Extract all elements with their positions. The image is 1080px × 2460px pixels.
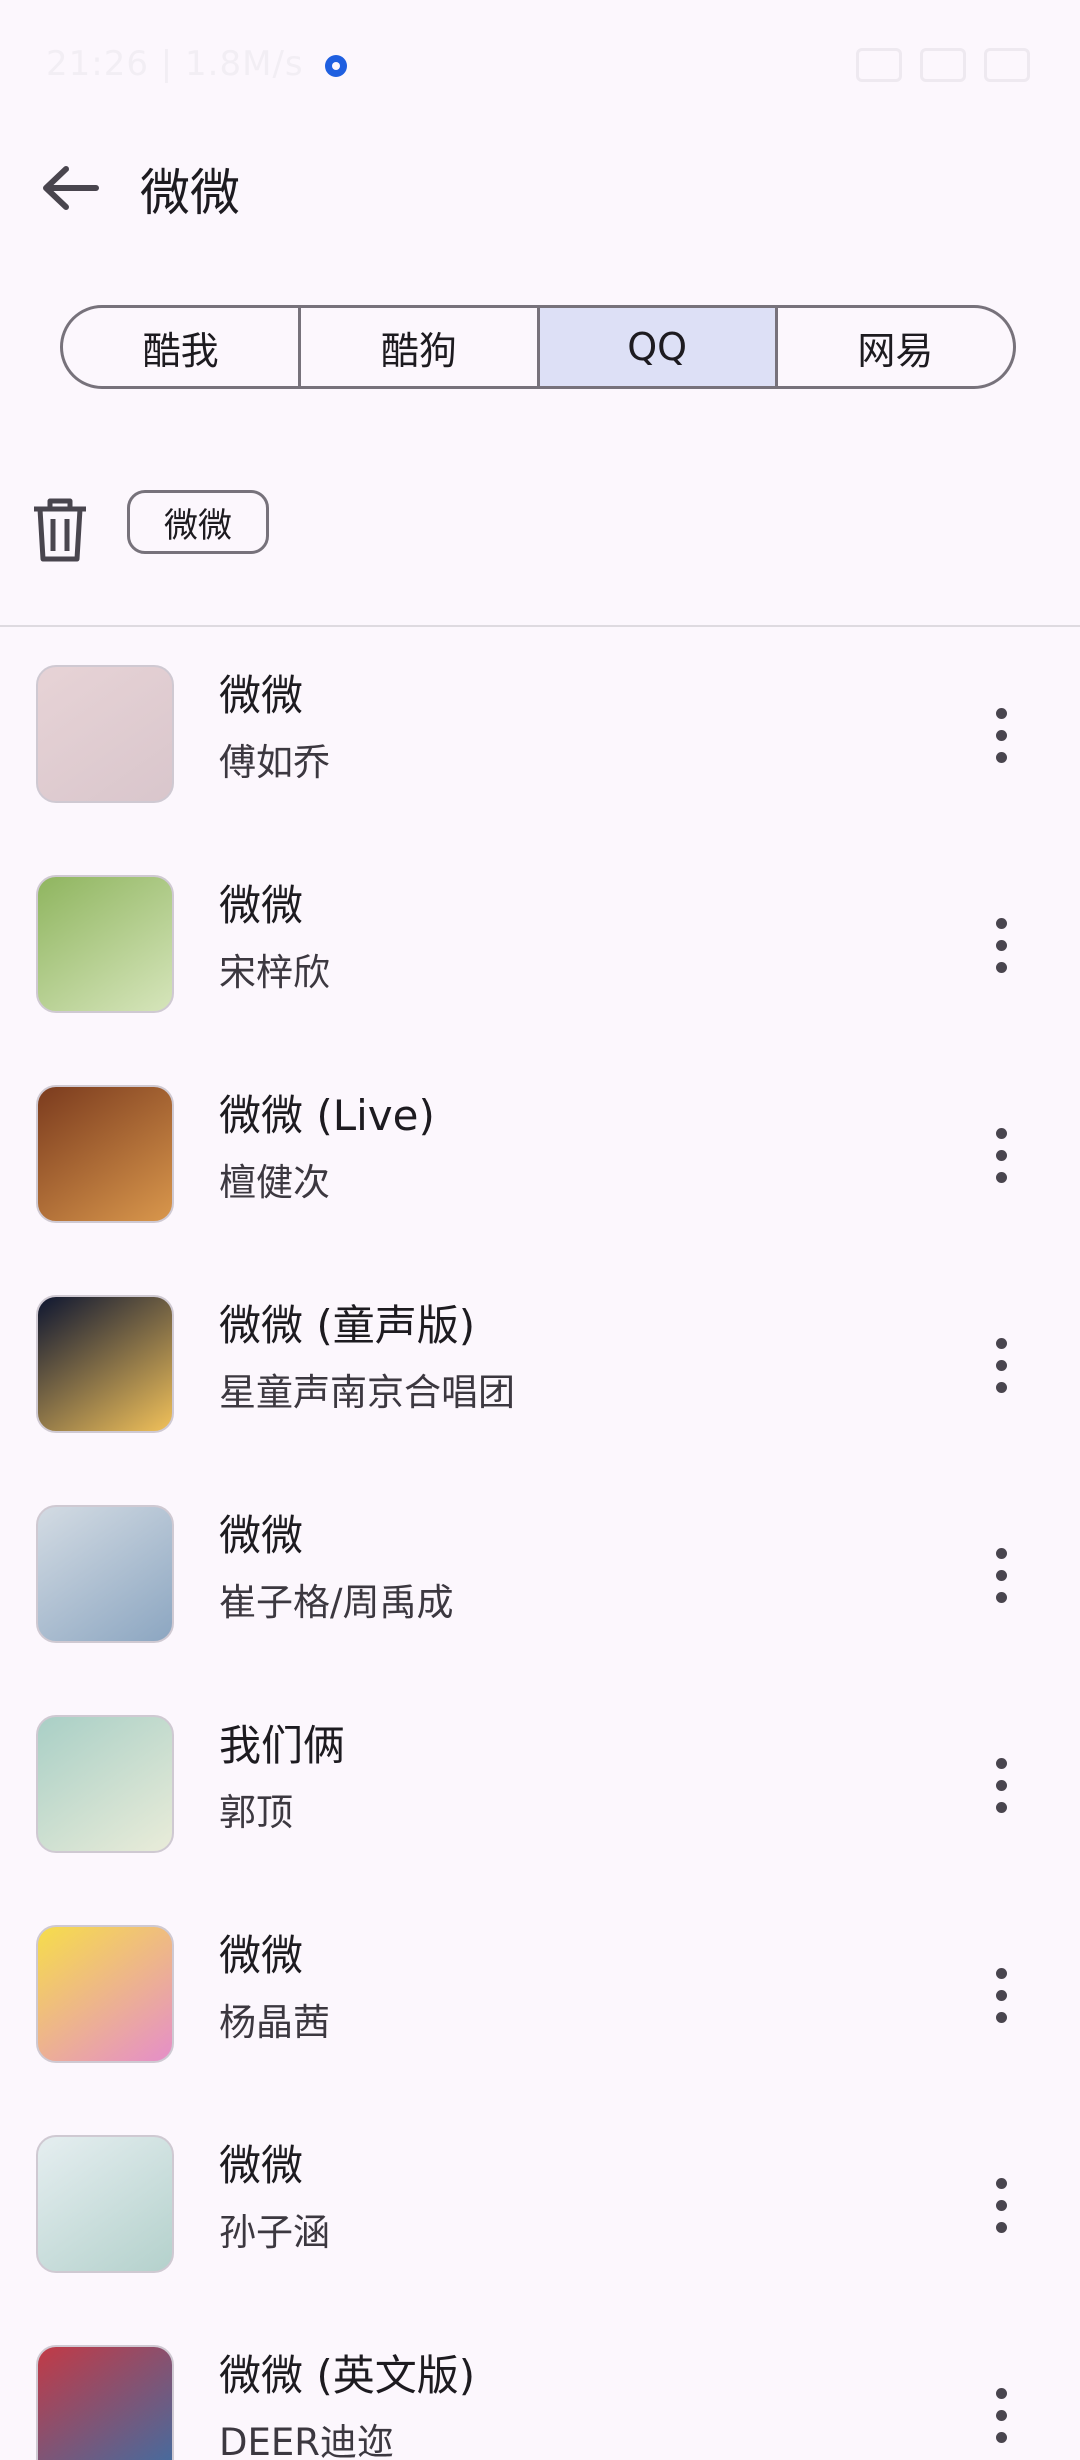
tab-kuwo[interactable]: 酷我 bbox=[63, 308, 302, 386]
history-chip[interactable]: 微微 bbox=[127, 490, 269, 554]
more-vertical-icon bbox=[995, 1171, 1007, 1183]
more-vertical-icon bbox=[995, 1757, 1007, 1769]
more-vertical-icon bbox=[995, 707, 1007, 719]
status-time-speed: 21:26 | 1.8M/s bbox=[46, 44, 304, 84]
song-title: 微微 bbox=[219, 1931, 304, 1980]
more-vertical-icon bbox=[995, 2177, 1007, 2189]
more-options-button[interactable] bbox=[976, 1950, 1026, 2040]
song-artist: 杨晶茜 bbox=[219, 2001, 330, 2044]
more-options-button[interactable] bbox=[976, 1740, 1026, 1830]
tab-kugou[interactable]: 酷狗 bbox=[301, 308, 540, 386]
more-vertical-icon bbox=[995, 1337, 1007, 1349]
arrow-left-icon bbox=[43, 166, 99, 210]
search-history: 微微 bbox=[0, 480, 1080, 580]
battery-icon bbox=[984, 48, 1030, 82]
song-title: 微微 bbox=[219, 1511, 304, 1560]
more-vertical-icon bbox=[995, 2199, 1007, 2211]
top-app-bar: 微微 bbox=[0, 135, 1080, 235]
song-item[interactable]: 微微 杨晶茜 bbox=[0, 1910, 1080, 2120]
song-artist: 宋梓欣 bbox=[219, 951, 330, 994]
more-vertical-icon bbox=[995, 751, 1007, 763]
song-artist: 星童声南京合唱团 bbox=[219, 1371, 515, 1414]
more-options-button[interactable] bbox=[976, 1110, 1026, 1200]
song-artist: 郭顶 bbox=[219, 1791, 293, 1834]
more-vertical-icon bbox=[995, 917, 1007, 929]
more-vertical-icon bbox=[995, 1591, 1007, 1603]
signal-icon bbox=[856, 48, 902, 82]
song-title: 微微 bbox=[219, 881, 304, 930]
more-options-button[interactable] bbox=[976, 1530, 1026, 1620]
divider bbox=[0, 625, 1080, 627]
more-vertical-icon bbox=[995, 939, 1007, 951]
more-vertical-icon bbox=[995, 2409, 1007, 2421]
more-vertical-icon bbox=[995, 961, 1007, 973]
song-artist: DEER迪迩 bbox=[219, 2421, 394, 2460]
more-vertical-icon bbox=[995, 1989, 1007, 2001]
song-title: 微微 (童声版) bbox=[219, 1301, 476, 1350]
more-vertical-icon bbox=[995, 1127, 1007, 1139]
song-item[interactable]: 微微 宋梓欣 bbox=[0, 860, 1080, 1070]
song-item[interactable]: 微微 崔子格/周禹成 bbox=[0, 1490, 1080, 1700]
notification-dot-icon bbox=[325, 54, 348, 77]
song-list: 微微 傅如乔 微微 宋梓欣 微微 (Live) 檀健次 微微 (童声版) 星童声… bbox=[0, 650, 1080, 2460]
more-options-button[interactable] bbox=[976, 2370, 1026, 2460]
more-options-button[interactable] bbox=[976, 900, 1026, 990]
album-cover bbox=[36, 2345, 174, 2460]
album-cover bbox=[36, 2135, 174, 2273]
more-options-button[interactable] bbox=[976, 1320, 1026, 1410]
more-vertical-icon bbox=[995, 729, 1007, 741]
page-title: 微微 bbox=[140, 164, 240, 222]
album-cover bbox=[36, 1505, 174, 1643]
more-vertical-icon bbox=[995, 2221, 1007, 2233]
more-options-button[interactable] bbox=[976, 690, 1026, 780]
song-title: 微微 (Live) bbox=[219, 1091, 435, 1140]
status-bar: 21:26 | 1.8M/s bbox=[0, 0, 1080, 135]
album-cover bbox=[36, 1925, 174, 2063]
tab-netease[interactable]: 网易 bbox=[778, 308, 1013, 386]
album-cover bbox=[36, 1295, 174, 1433]
album-cover bbox=[36, 875, 174, 1013]
song-artist: 傅如乔 bbox=[219, 741, 330, 784]
more-vertical-icon bbox=[995, 1547, 1007, 1559]
song-item[interactable]: 微微 孙子涵 bbox=[0, 2120, 1080, 2330]
wifi-icon bbox=[920, 48, 966, 82]
more-vertical-icon bbox=[995, 2431, 1007, 2443]
song-title: 我们俩 bbox=[219, 1721, 346, 1770]
song-item[interactable]: 微微 (英文版) DEER迪迩 bbox=[0, 2330, 1080, 2460]
more-vertical-icon bbox=[995, 1569, 1007, 1581]
trash-icon bbox=[34, 498, 86, 562]
song-title: 微微 (英文版) bbox=[219, 2351, 476, 2400]
song-artist: 孙子涵 bbox=[219, 2211, 330, 2254]
status-icons bbox=[856, 48, 1030, 82]
status-left: 21:26 | 1.8M/s bbox=[46, 44, 348, 84]
song-artist: 檀健次 bbox=[219, 1161, 330, 1204]
song-item[interactable]: 我们俩 郭顶 bbox=[0, 1700, 1080, 1910]
more-vertical-icon bbox=[995, 1801, 1007, 1813]
back-button[interactable] bbox=[30, 145, 110, 225]
more-vertical-icon bbox=[995, 1779, 1007, 1791]
song-title: 微微 bbox=[219, 2141, 304, 2190]
song-item[interactable]: 微微 傅如乔 bbox=[0, 650, 1080, 860]
more-vertical-icon bbox=[995, 2011, 1007, 2023]
song-title: 微微 bbox=[219, 671, 304, 720]
delete-history-button[interactable] bbox=[28, 495, 92, 565]
more-vertical-icon bbox=[995, 1967, 1007, 1979]
song-item[interactable]: 微微 (Live) 檀健次 bbox=[0, 1070, 1080, 1280]
tab-qq[interactable]: QQ bbox=[539, 308, 778, 386]
source-selector: 酷我 酷狗 QQ 网易 bbox=[60, 305, 1016, 389]
more-vertical-icon bbox=[995, 2387, 1007, 2399]
more-vertical-icon bbox=[995, 1149, 1007, 1161]
album-cover bbox=[36, 1085, 174, 1223]
more-options-button[interactable] bbox=[976, 2160, 1026, 2250]
more-vertical-icon bbox=[995, 1359, 1007, 1371]
album-cover bbox=[36, 665, 174, 803]
song-artist: 崔子格/周禹成 bbox=[219, 1581, 454, 1624]
more-vertical-icon bbox=[995, 1381, 1007, 1393]
song-item[interactable]: 微微 (童声版) 星童声南京合唱团 bbox=[0, 1280, 1080, 1490]
album-cover bbox=[36, 1715, 174, 1853]
screen: 21:26 | 1.8M/s 微微 酷我 酷狗 QQ 网易 微微 微微 傅如乔 … bbox=[0, 0, 1080, 2460]
